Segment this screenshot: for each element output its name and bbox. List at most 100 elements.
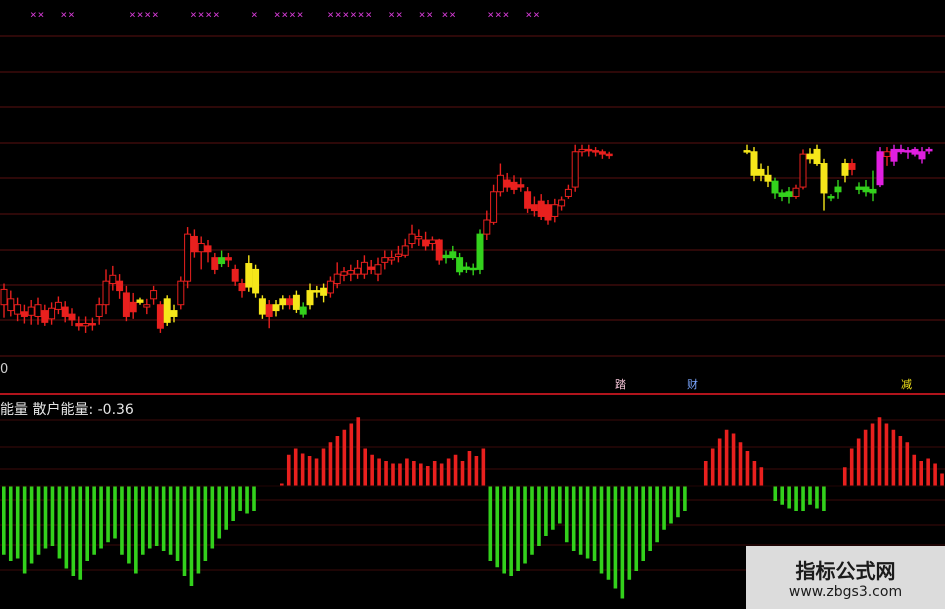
energy-bar: [432, 461, 437, 486]
candle-body: [750, 151, 758, 176]
energy-bar: [168, 486, 173, 555]
candle-body: [258, 298, 266, 315]
candle-body: [792, 187, 800, 197]
energy-bar: [321, 448, 326, 486]
candle-body: [883, 151, 891, 157]
candle-body: [890, 148, 898, 162]
energy-bar: [50, 486, 55, 546]
candle-body: [558, 199, 566, 207]
energy-bar: [558, 486, 562, 524]
candle-body: [184, 233, 192, 282]
energy-bar: [189, 486, 194, 586]
candle-body: [116, 280, 124, 292]
energy-bar: [57, 486, 62, 559]
candle-body: [0, 288, 8, 306]
candle-body: [354, 267, 362, 275]
energy-bar: [85, 486, 89, 561]
candle-body: [476, 233, 484, 270]
energy-bar: [877, 417, 882, 486]
candle-body: [143, 304, 151, 308]
candle-body: [551, 204, 559, 217]
energy-bar: [488, 486, 493, 561]
candle-body: [95, 304, 103, 317]
energy-bar: [147, 486, 152, 549]
candle-body: [27, 306, 35, 316]
indicator-label: 能量 散户能量: -0.36: [0, 402, 134, 418]
energy-bar: [926, 458, 930, 486]
candle-body: [415, 235, 423, 240]
candle-body: [496, 174, 504, 193]
candle-body: [224, 257, 232, 261]
energy-bar: [613, 486, 618, 589]
candle-body: [925, 148, 933, 152]
candle-body: [530, 204, 538, 212]
candle-body: [238, 283, 246, 292]
candle-body: [462, 266, 470, 270]
candle-body: [435, 239, 443, 261]
energy-bar: [724, 429, 729, 486]
energy-bar: [745, 451, 750, 486]
candle-body: [54, 301, 62, 310]
candle-body: [286, 298, 294, 306]
energy-bar: [523, 486, 527, 564]
candle-body: [911, 148, 919, 155]
candle-body: [771, 180, 779, 194]
energy-bar: [717, 438, 722, 486]
energy-bar: [391, 463, 395, 486]
candle-body: [428, 239, 436, 245]
energy-bar: [641, 486, 645, 561]
energy-bar: [196, 486, 201, 574]
energy-bar: [286, 454, 291, 486]
candle-body: [469, 267, 477, 271]
candle-body: [841, 163, 849, 176]
candle-body: [799, 153, 807, 188]
candle-body: [564, 188, 572, 197]
energy-bar: [99, 486, 103, 549]
energy-bar: [245, 486, 249, 514]
candle-body: [918, 151, 926, 160]
zero-axis-label: 0: [0, 362, 9, 377]
candle-body: [340, 271, 348, 276]
energy-bar: [842, 467, 847, 486]
energy-bar: [446, 458, 451, 486]
energy-bar: [356, 417, 361, 486]
candle-body: [177, 280, 185, 306]
energy-bar: [307, 456, 312, 486]
energy-bar: [738, 442, 743, 486]
energy-bar: [134, 486, 138, 574]
marker-jian: 减: [901, 378, 912, 391]
energy-bar: [29, 486, 34, 564]
energy-bar: [578, 486, 583, 555]
energy-bar: [891, 429, 896, 486]
candle-body: [197, 243, 205, 253]
energy-bar: [377, 458, 381, 486]
energy-bar: [815, 486, 819, 509]
energy-bar: [530, 486, 534, 555]
energy-bar: [537, 486, 541, 546]
energy-bar: [92, 486, 96, 555]
energy-bar: [898, 436, 903, 486]
candle-body: [449, 251, 457, 259]
candle-body: [605, 153, 613, 157]
energy-bar: [22, 486, 27, 574]
energy-bar: [106, 486, 110, 543]
energy-bar: [502, 486, 506, 574]
candle-body: [320, 287, 328, 296]
candle-body: [855, 186, 863, 190]
energy-bar: [509, 486, 513, 576]
candle-body: [61, 306, 69, 317]
energy-bar: [224, 486, 228, 530]
candle-body: [408, 233, 416, 245]
candle-body: [326, 280, 334, 294]
candle-body: [129, 301, 137, 313]
candle-body: [578, 148, 586, 153]
candle-body: [456, 257, 464, 273]
energy-bar: [141, 486, 145, 555]
energy-bar: [710, 448, 715, 486]
energy-bar: [203, 486, 208, 561]
candle-body: [292, 294, 300, 310]
candle-body: [897, 148, 905, 153]
energy-bar: [551, 486, 555, 530]
candle-body: [483, 219, 491, 235]
candle-body: [592, 150, 600, 153]
